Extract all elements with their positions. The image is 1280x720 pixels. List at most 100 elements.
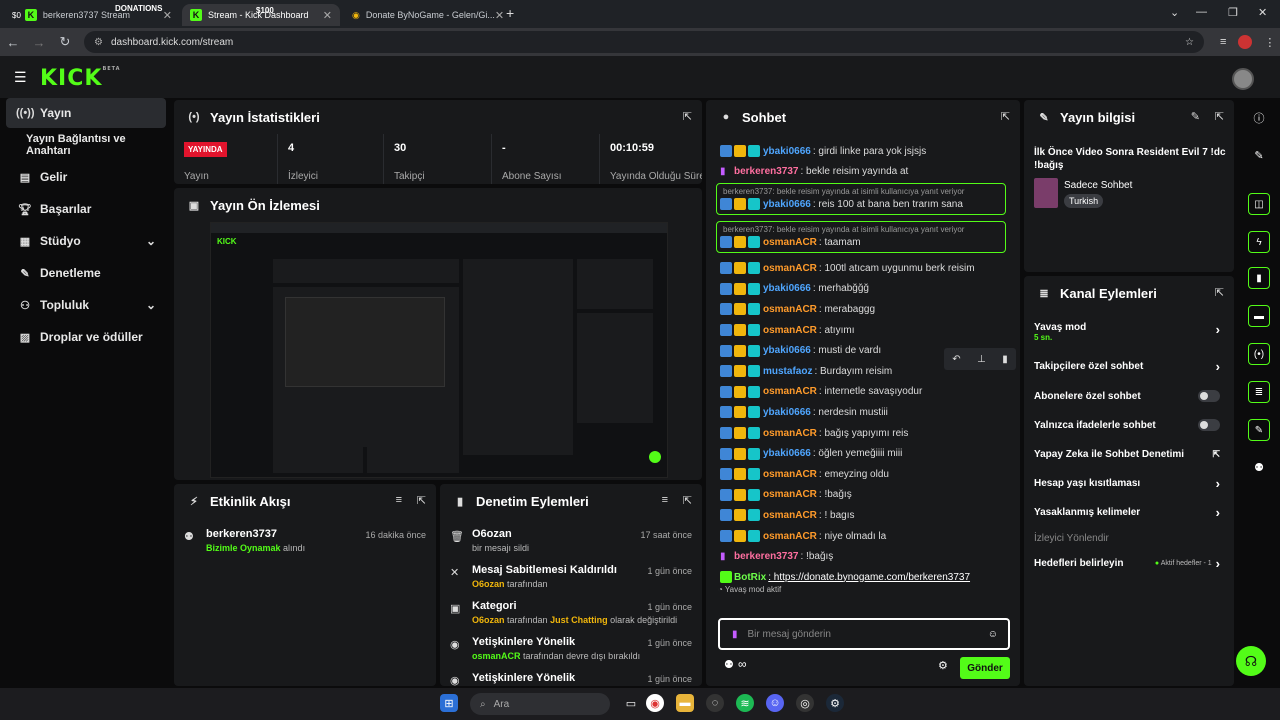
address-bar[interactable]: ⚙ dashboard.kick.com/stream ☆ xyxy=(84,31,1204,53)
age-restriction-row[interactable]: Hesap yaşı kısıtlaması › xyxy=(1034,473,1220,493)
chat-username[interactable]: osmanACR xyxy=(763,237,817,248)
chrome-icon[interactable]: ◉ xyxy=(646,694,664,712)
chat-input[interactable]: ▮ Bir mesaj gönderin ☺ xyxy=(718,618,1010,650)
chat-username[interactable]: ybaki0666 xyxy=(763,448,811,459)
close-icon[interactable]: ✕ xyxy=(323,9,332,22)
banned-words-row[interactable]: Yasaklanmış kelimeler › xyxy=(1034,502,1220,522)
windows-start-icon[interactable]: ⊞ xyxy=(440,694,458,712)
chat-username[interactable]: ybaki0666 xyxy=(763,345,811,356)
chat-username[interactable]: osmanACR xyxy=(763,263,817,274)
chat-message[interactable]: ybaki0666: öğlen yemeğiiii miii xyxy=(720,445,1006,463)
sidebar-item-studyo[interactable]: ▦ Stüdyo ⌄ xyxy=(6,226,166,256)
chat-username[interactable]: ybaki0666 xyxy=(763,283,811,294)
community-icon[interactable]: ⚉ xyxy=(724,658,734,671)
broadcast-icon[interactable]: (•) xyxy=(1248,343,1270,365)
chat-username[interactable]: BotRix xyxy=(734,572,766,583)
stream-preview-video[interactable]: KICK xyxy=(210,222,668,478)
chat-message[interactable]: osmanACR: internetle savaşıyodur xyxy=(720,383,1006,401)
chat-message[interactable]: ▮ berkeren3737: bekle reisim yayında at xyxy=(720,163,1006,181)
window-close-icon[interactable]: ✕ xyxy=(1258,6,1267,19)
chat-username[interactable]: osmanACR xyxy=(763,325,817,336)
chat-username[interactable]: ybaki0666 xyxy=(763,146,811,157)
emotes-only-row[interactable]: Yalnızca ifadelerle sohbet xyxy=(1034,415,1220,435)
chat-username[interactable]: berkeren3737 xyxy=(734,551,799,562)
emotes-only-toggle[interactable] xyxy=(1198,419,1220,431)
followers-only-row[interactable]: Takipçilere özel sohbet › xyxy=(1034,356,1220,376)
discord-icon[interactable]: ☺ xyxy=(766,694,784,712)
media-icon[interactable]: ≡ xyxy=(1220,36,1226,48)
clipboard-icon[interactable]: ▮ xyxy=(1248,267,1270,289)
popout-icon[interactable]: ⇱ xyxy=(1215,110,1224,123)
chat-username[interactable]: ybaki0666 xyxy=(763,199,811,210)
popout-icon[interactable]: ⇱ xyxy=(1001,110,1010,123)
chat-username[interactable]: osmanACR xyxy=(763,304,817,315)
chat-username[interactable]: ybaki0666 xyxy=(763,407,811,418)
chat-username[interactable]: osmanACR xyxy=(763,531,817,542)
targets-row[interactable]: Hedefleri belirleyin ● Aktif hedefler - … xyxy=(1034,553,1220,573)
chat-message[interactable]: osmanACR: bağış yapıyımı reis xyxy=(720,424,1006,442)
chat-message[interactable]: osmanACR: 100tl atıcam uygunmu berk reis… xyxy=(720,259,1006,277)
community-icon[interactable]: ⚉ xyxy=(1248,456,1270,478)
gear-icon[interactable]: ⚙ xyxy=(938,659,948,672)
slow-mode-row[interactable]: Yavaş mod 5 sn. › xyxy=(1034,322,1220,350)
chat-message[interactable]: ybaki0666: nerdesin mustiii xyxy=(720,403,1006,421)
new-tab-icon[interactable]: + xyxy=(506,5,514,21)
close-icon[interactable]: ✕ xyxy=(495,9,504,22)
app-icon[interactable]: ◌ xyxy=(706,694,724,712)
chat-message[interactable]: osmanACR: taamam xyxy=(720,233,1006,251)
popout-icon[interactable]: ⇱ xyxy=(683,110,692,123)
info-icon[interactable]: ⓘ xyxy=(1248,107,1270,129)
minimize-icon[interactable]: — xyxy=(1196,6,1207,18)
edit-icon[interactable]: ✎ xyxy=(1191,110,1200,123)
chat-username[interactable]: berkeren3737 xyxy=(734,166,799,177)
sidebar-item-basarilar[interactable]: 🏆︎ Başarılar xyxy=(6,194,166,224)
chat-username[interactable]: osmanACR xyxy=(763,469,817,480)
filter-icon[interactable]: ≡ xyxy=(662,494,668,506)
chat-username[interactable]: osmanACR xyxy=(763,510,817,521)
emoji-icon[interactable]: ☺ xyxy=(988,629,998,640)
folder-icon[interactable]: ▬ xyxy=(676,694,694,712)
filter-icon[interactable]: ≡ xyxy=(396,494,402,506)
subscribers-only-toggle[interactable] xyxy=(1198,390,1220,402)
chat-username[interactable]: osmanACR xyxy=(763,386,817,397)
preview-icon[interactable]: ◫ xyxy=(1248,193,1270,215)
chat-username[interactable]: osmanACR xyxy=(763,428,817,439)
back-icon[interactable]: ← xyxy=(0,35,26,50)
browser-tab-3[interactable]: ◉ Donate ByNoGame - Gelen/Gi... ✕ xyxy=(344,4,504,26)
profile-avatar[interactable] xyxy=(1238,35,1253,49)
taskbar-search[interactable]: ⌕ Ara xyxy=(470,693,610,715)
chevron-down-icon[interactable]: ⌄ xyxy=(1170,6,1179,19)
chat-message[interactable]: osmanACR: ! bagıs xyxy=(720,506,1006,524)
chat-message[interactable]: ybaki0666: reis 100 at bana ben trarım s… xyxy=(720,195,1006,213)
popout-icon[interactable]: ⇱ xyxy=(1215,286,1224,299)
chat-message[interactable]: osmanACR: !bağış xyxy=(720,486,1006,504)
sidebar-item-denetleme[interactable]: ✎ Denetleme xyxy=(6,258,166,288)
edit-icon[interactable]: ✎ xyxy=(1248,144,1270,166)
obs-icon[interactable]: ◎ xyxy=(796,694,814,712)
subscribers-only-row[interactable]: Abonelere özel sohbet xyxy=(1034,386,1220,406)
chat-message[interactable]: osmanACR: merabaggg xyxy=(720,300,1006,318)
bookmark-star-icon[interactable]: ☆ xyxy=(1185,37,1194,48)
close-icon[interactable]: ✕ xyxy=(163,9,172,22)
maximize-icon[interactable]: ❐ xyxy=(1228,6,1238,19)
popout-icon[interactable]: ⇱ xyxy=(683,494,692,507)
chat-username[interactable]: osmanACR xyxy=(763,489,817,500)
site-info-icon[interactable]: ⚙ xyxy=(94,37,103,48)
chat-message[interactable]: osmanACR: niye olmadı la xyxy=(720,527,1006,545)
popout-icon[interactable]: ⇱ xyxy=(417,494,426,507)
chat-message[interactable]: osmanACR: emeyzing oldu xyxy=(720,465,1006,483)
support-headset-icon[interactable]: ☊ xyxy=(1236,646,1266,676)
lightning-icon[interactable]: ϟ xyxy=(1248,231,1270,253)
user-avatar[interactable] xyxy=(1232,68,1254,90)
menu-icon[interactable]: ⋮ xyxy=(1264,36,1275,49)
forward-icon[interactable]: → xyxy=(26,35,52,50)
reload-icon[interactable]: ↻ xyxy=(52,34,78,50)
spotify-icon[interactable]: ≋ xyxy=(736,694,754,712)
sidebar-item-yayin[interactable]: ((•)) Yayın xyxy=(6,98,166,128)
chat-message[interactable]: ▮ berkeren3737: !bağış xyxy=(720,548,1006,566)
pin-icon[interactable]: ⊥ xyxy=(977,354,986,365)
ai-moderation-row[interactable]: Yapay Zeka ile Sohbet Denetimi ⇱ xyxy=(1034,444,1220,464)
reply-icon[interactable]: ↶ xyxy=(952,354,960,365)
chat-bubble-icon[interactable]: ▬ xyxy=(1248,305,1270,327)
kick-logo[interactable]: KICKBETA xyxy=(40,66,121,91)
